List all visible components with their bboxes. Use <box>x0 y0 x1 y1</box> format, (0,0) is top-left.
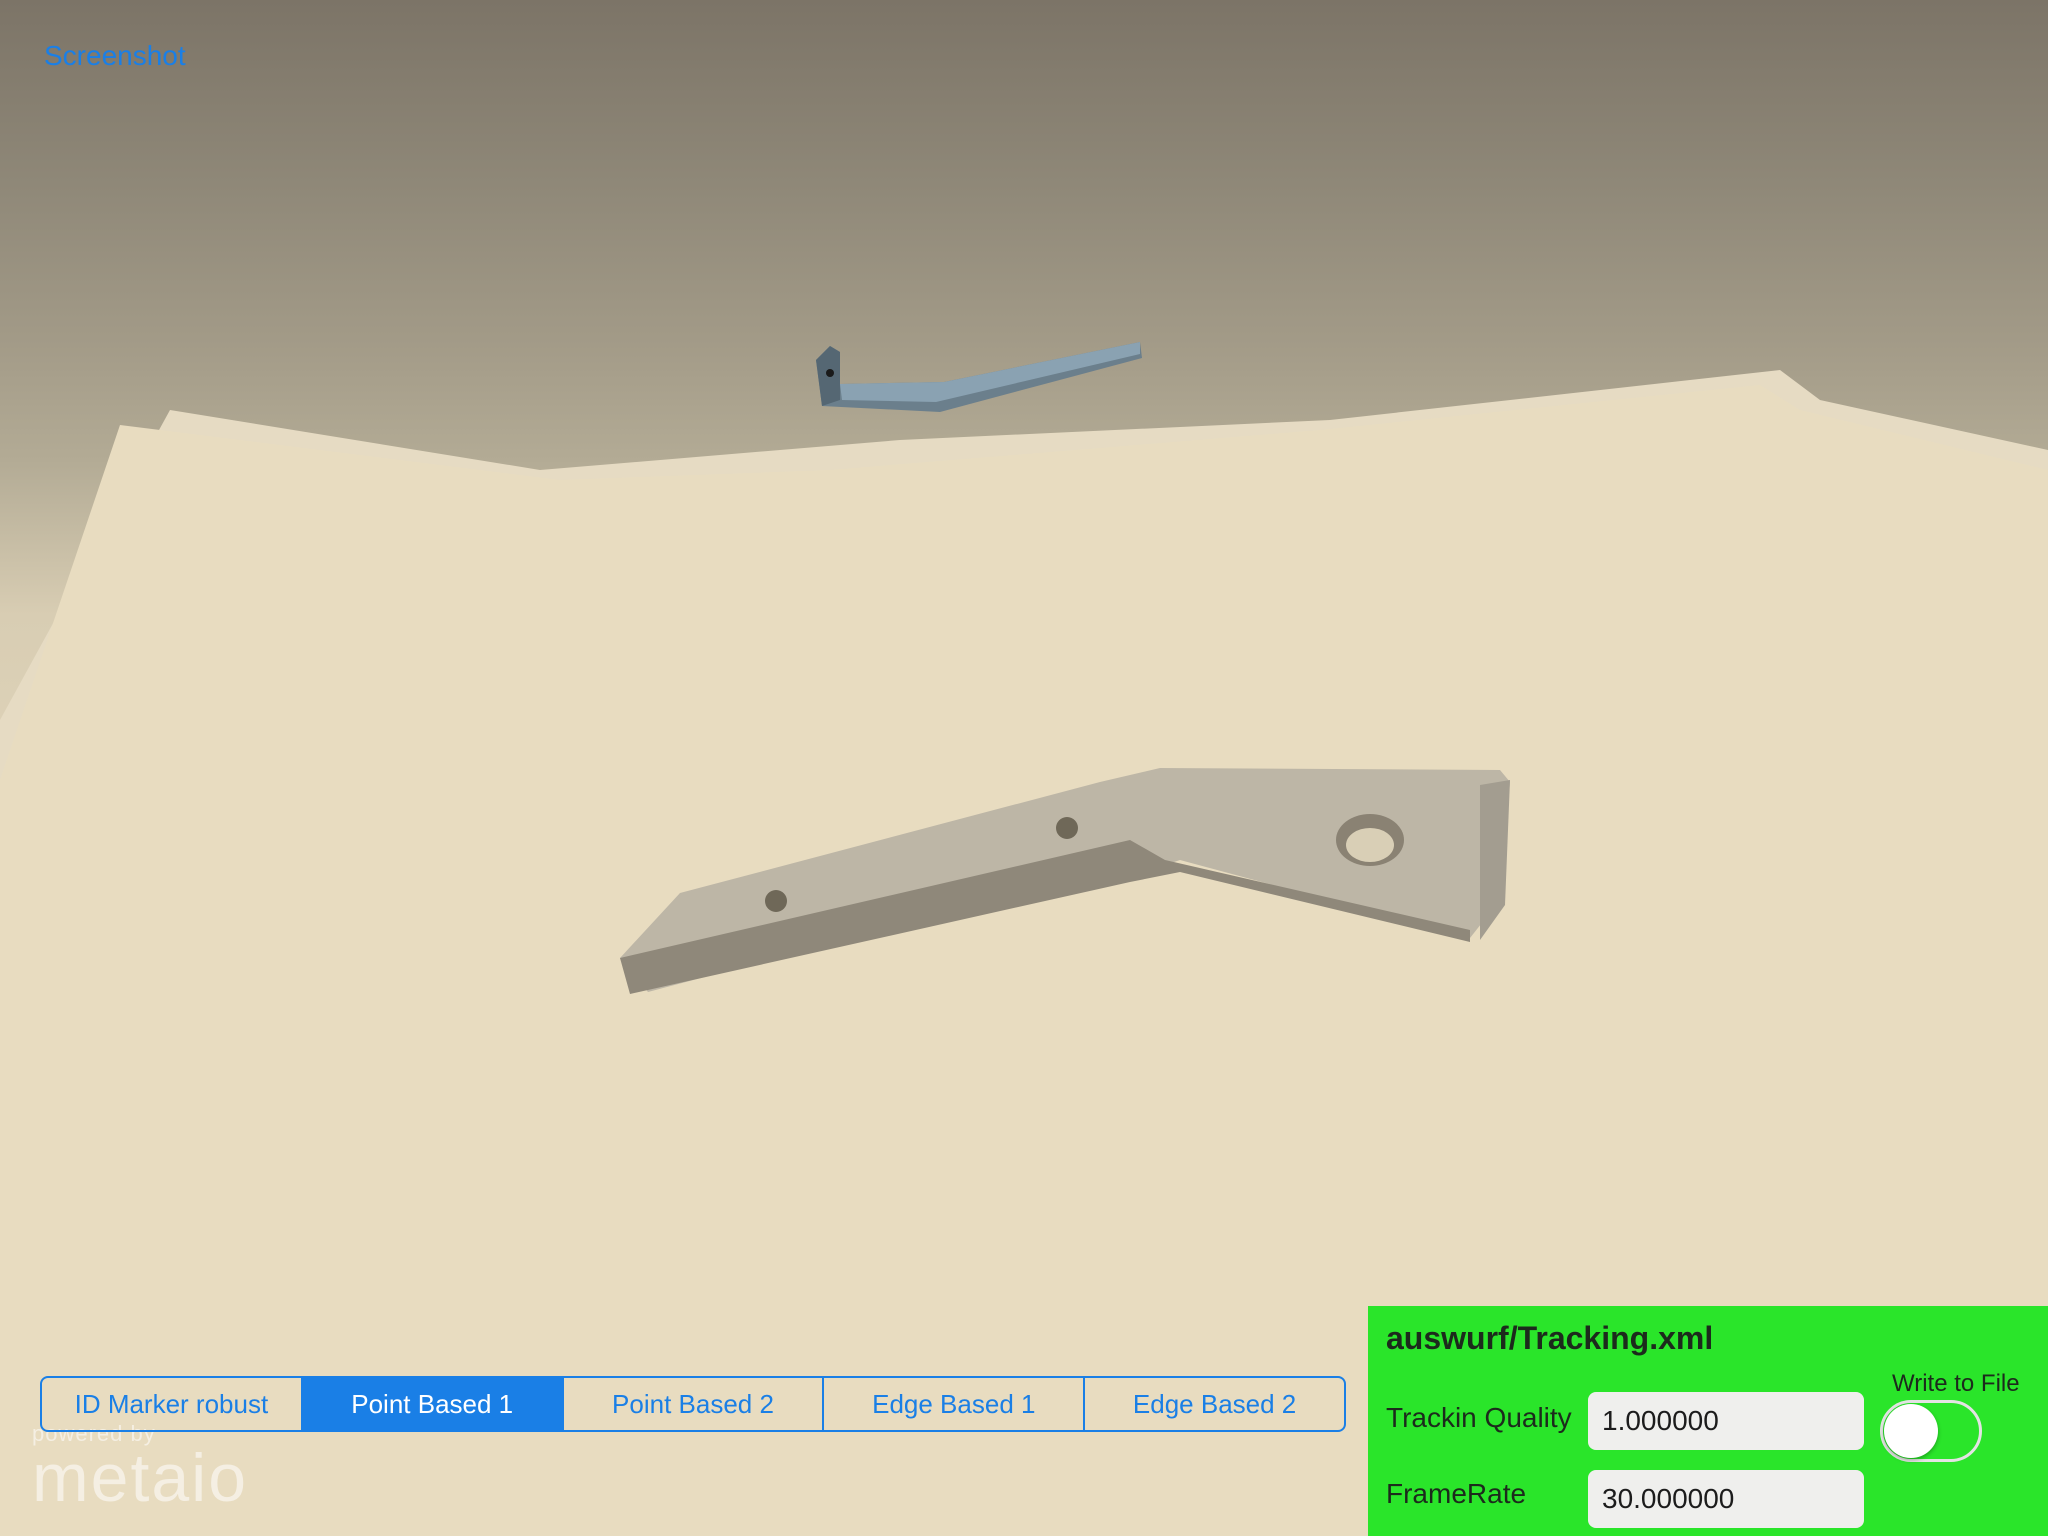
ar-viewport: Screenshot powered by metaio ID Marker r… <box>0 0 2048 1536</box>
write-to-file-label: Write to File <box>1892 1370 2020 1397</box>
tracking-quality-field[interactable] <box>1588 1392 1864 1450</box>
segment-edge-based-2[interactable]: Edge Based 2 <box>1085 1378 1344 1430</box>
metaio-logo: metaio <box>32 1440 249 1516</box>
framerate-label: FrameRate <box>1386 1478 1527 1509</box>
segment-point-based-2[interactable]: Point Based 2 <box>564 1378 825 1430</box>
tracking-info-panel: auswurf/Tracking.xml Trackin Quality Fra… <box>1368 1306 2048 1536</box>
virtual-bracket-model <box>816 342 1142 412</box>
tracking-mode-segmented-control: ID Marker robust Point Based 1 Point Bas… <box>40 1376 1346 1432</box>
tracking-config-title: auswurf/Tracking.xml <box>1386 1320 1714 1356</box>
metaio-watermark: powered by metaio <box>32 1422 249 1516</box>
segment-edge-based-1[interactable]: Edge Based 1 <box>824 1378 1086 1430</box>
toggle-knob <box>1884 1404 1938 1458</box>
screenshot-button[interactable]: Screenshot <box>44 40 186 72</box>
framerate-field[interactable] <box>1588 1470 1864 1528</box>
tracking-quality-label: Trackin Quality <box>1386 1402 1572 1433</box>
write-to-file-toggle[interactable] <box>1880 1400 1982 1462</box>
segment-id-marker-robust[interactable]: ID Marker robust <box>42 1378 303 1430</box>
segment-point-based-1[interactable]: Point Based 1 <box>302 1378 564 1430</box>
